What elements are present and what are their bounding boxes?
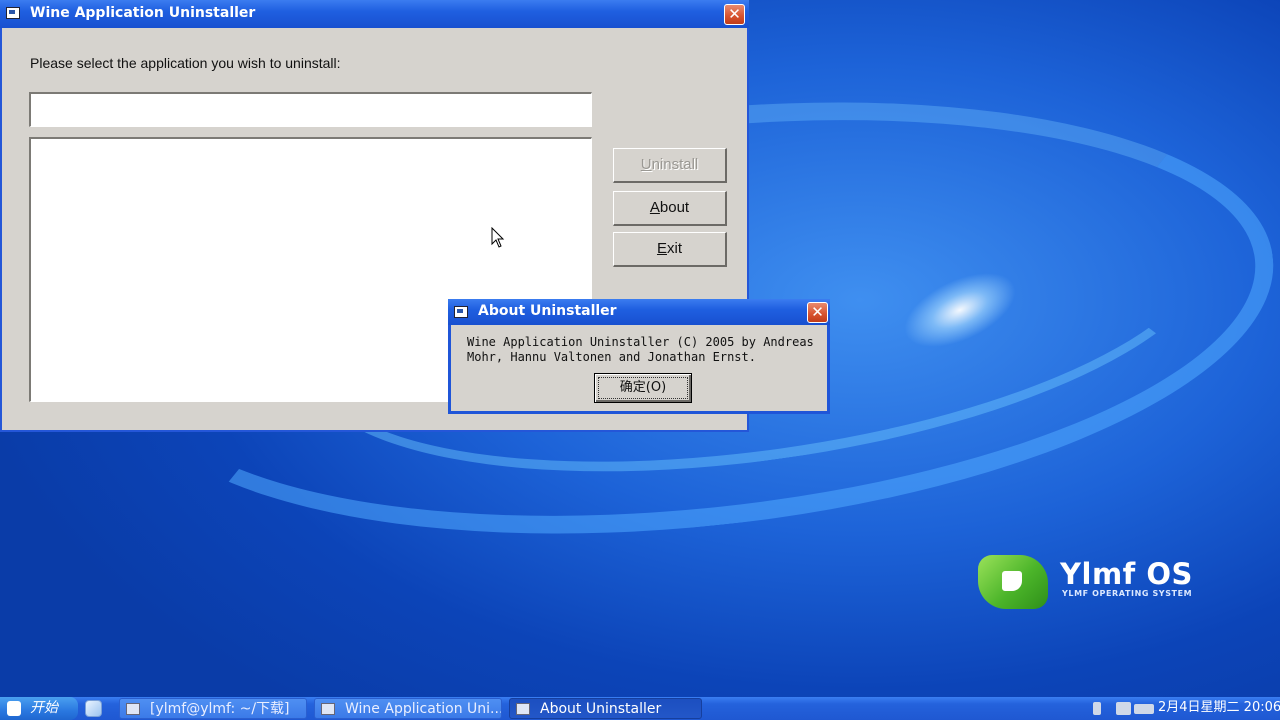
- volume-icon[interactable]: [1093, 702, 1101, 715]
- application-search-input[interactable]: [29, 92, 592, 127]
- taskbar: 开始 [ylmf@ylmf: ~/下载] Wine Application Un…: [0, 697, 1280, 720]
- ylmf-logo-icon: [978, 555, 1048, 609]
- system-tray: 2月4日星期二 20:06: [1090, 697, 1280, 720]
- mouse-cursor-icon: [491, 227, 505, 248]
- close-button[interactable]: ✕: [724, 4, 745, 25]
- network-icon[interactable]: [1116, 702, 1131, 715]
- about-mnemonic: A: [649, 199, 660, 216]
- logo-subtitle: YLMF OPERATING SYSTEM: [1062, 589, 1193, 598]
- ok-button[interactable]: 确定(O): [594, 373, 692, 403]
- exit-button[interactable]: Exit: [613, 232, 727, 267]
- taskbar-item-uninstaller[interactable]: Wine Application Uni...: [314, 698, 502, 719]
- battery-icon[interactable]: [1134, 704, 1154, 714]
- uninstall-label-rest: ninstall: [651, 156, 699, 173]
- window-app-icon: [6, 7, 20, 19]
- taskbar-item-label: Wine Application Uni...: [345, 701, 502, 717]
- about-message-line2: Mohr, Hannu Valtonen and Jonathan Ernst.: [467, 350, 756, 364]
- uninstall-mnemonic: U: [640, 156, 652, 173]
- dialog-close-button[interactable]: ✕: [807, 302, 828, 323]
- start-menu-icon: [7, 701, 21, 716]
- window-title: Wine Application Uninstaller: [30, 5, 256, 21]
- taskbar-item-terminal[interactable]: [ylmf@ylmf: ~/下载]: [119, 698, 307, 719]
- dialog-app-icon: [454, 306, 468, 318]
- terminal-icon: [126, 703, 140, 715]
- dialog-title: About Uninstaller: [478, 303, 617, 319]
- clock[interactable]: 2月4日星期二 20:06: [1158, 697, 1280, 719]
- about-dialog: About Uninstaller ✕ Wine Application Uni…: [448, 299, 830, 414]
- logo-title: Ylmf OS: [1060, 557, 1193, 591]
- taskbar-item-label: About Uninstaller: [540, 701, 662, 717]
- uninstall-button[interactable]: Uninstall: [613, 148, 727, 183]
- about-message: Wine Application Uninstaller (C) 2005 by…: [467, 335, 817, 365]
- taskbar-item-about[interactable]: About Uninstaller: [509, 698, 702, 719]
- os-logo: Ylmf OS YLMF OPERATING SYSTEM: [978, 555, 1238, 615]
- exit-mnemonic: E: [656, 240, 667, 257]
- about-button[interactable]: About: [613, 191, 727, 226]
- about-titlebar[interactable]: About Uninstaller ✕: [448, 299, 830, 325]
- about-message-line1: Wine Application Uninstaller (C) 2005 by…: [467, 335, 814, 349]
- exit-label-rest: xit: [667, 240, 682, 257]
- start-button[interactable]: 开始: [0, 697, 78, 720]
- about-label-rest: bout: [659, 199, 690, 216]
- window-icon: [321, 703, 335, 715]
- window-icon: [516, 703, 530, 715]
- select-prompt-label: Please select the application you wish t…: [30, 55, 341, 71]
- start-label: 开始: [30, 700, 58, 716]
- taskbar-item-label: [ylmf@ylmf: ~/下载]: [150, 701, 290, 717]
- uninstaller-titlebar[interactable]: Wine Application Uninstaller ✕: [0, 0, 749, 28]
- quick-launch-browser-icon[interactable]: [85, 700, 102, 717]
